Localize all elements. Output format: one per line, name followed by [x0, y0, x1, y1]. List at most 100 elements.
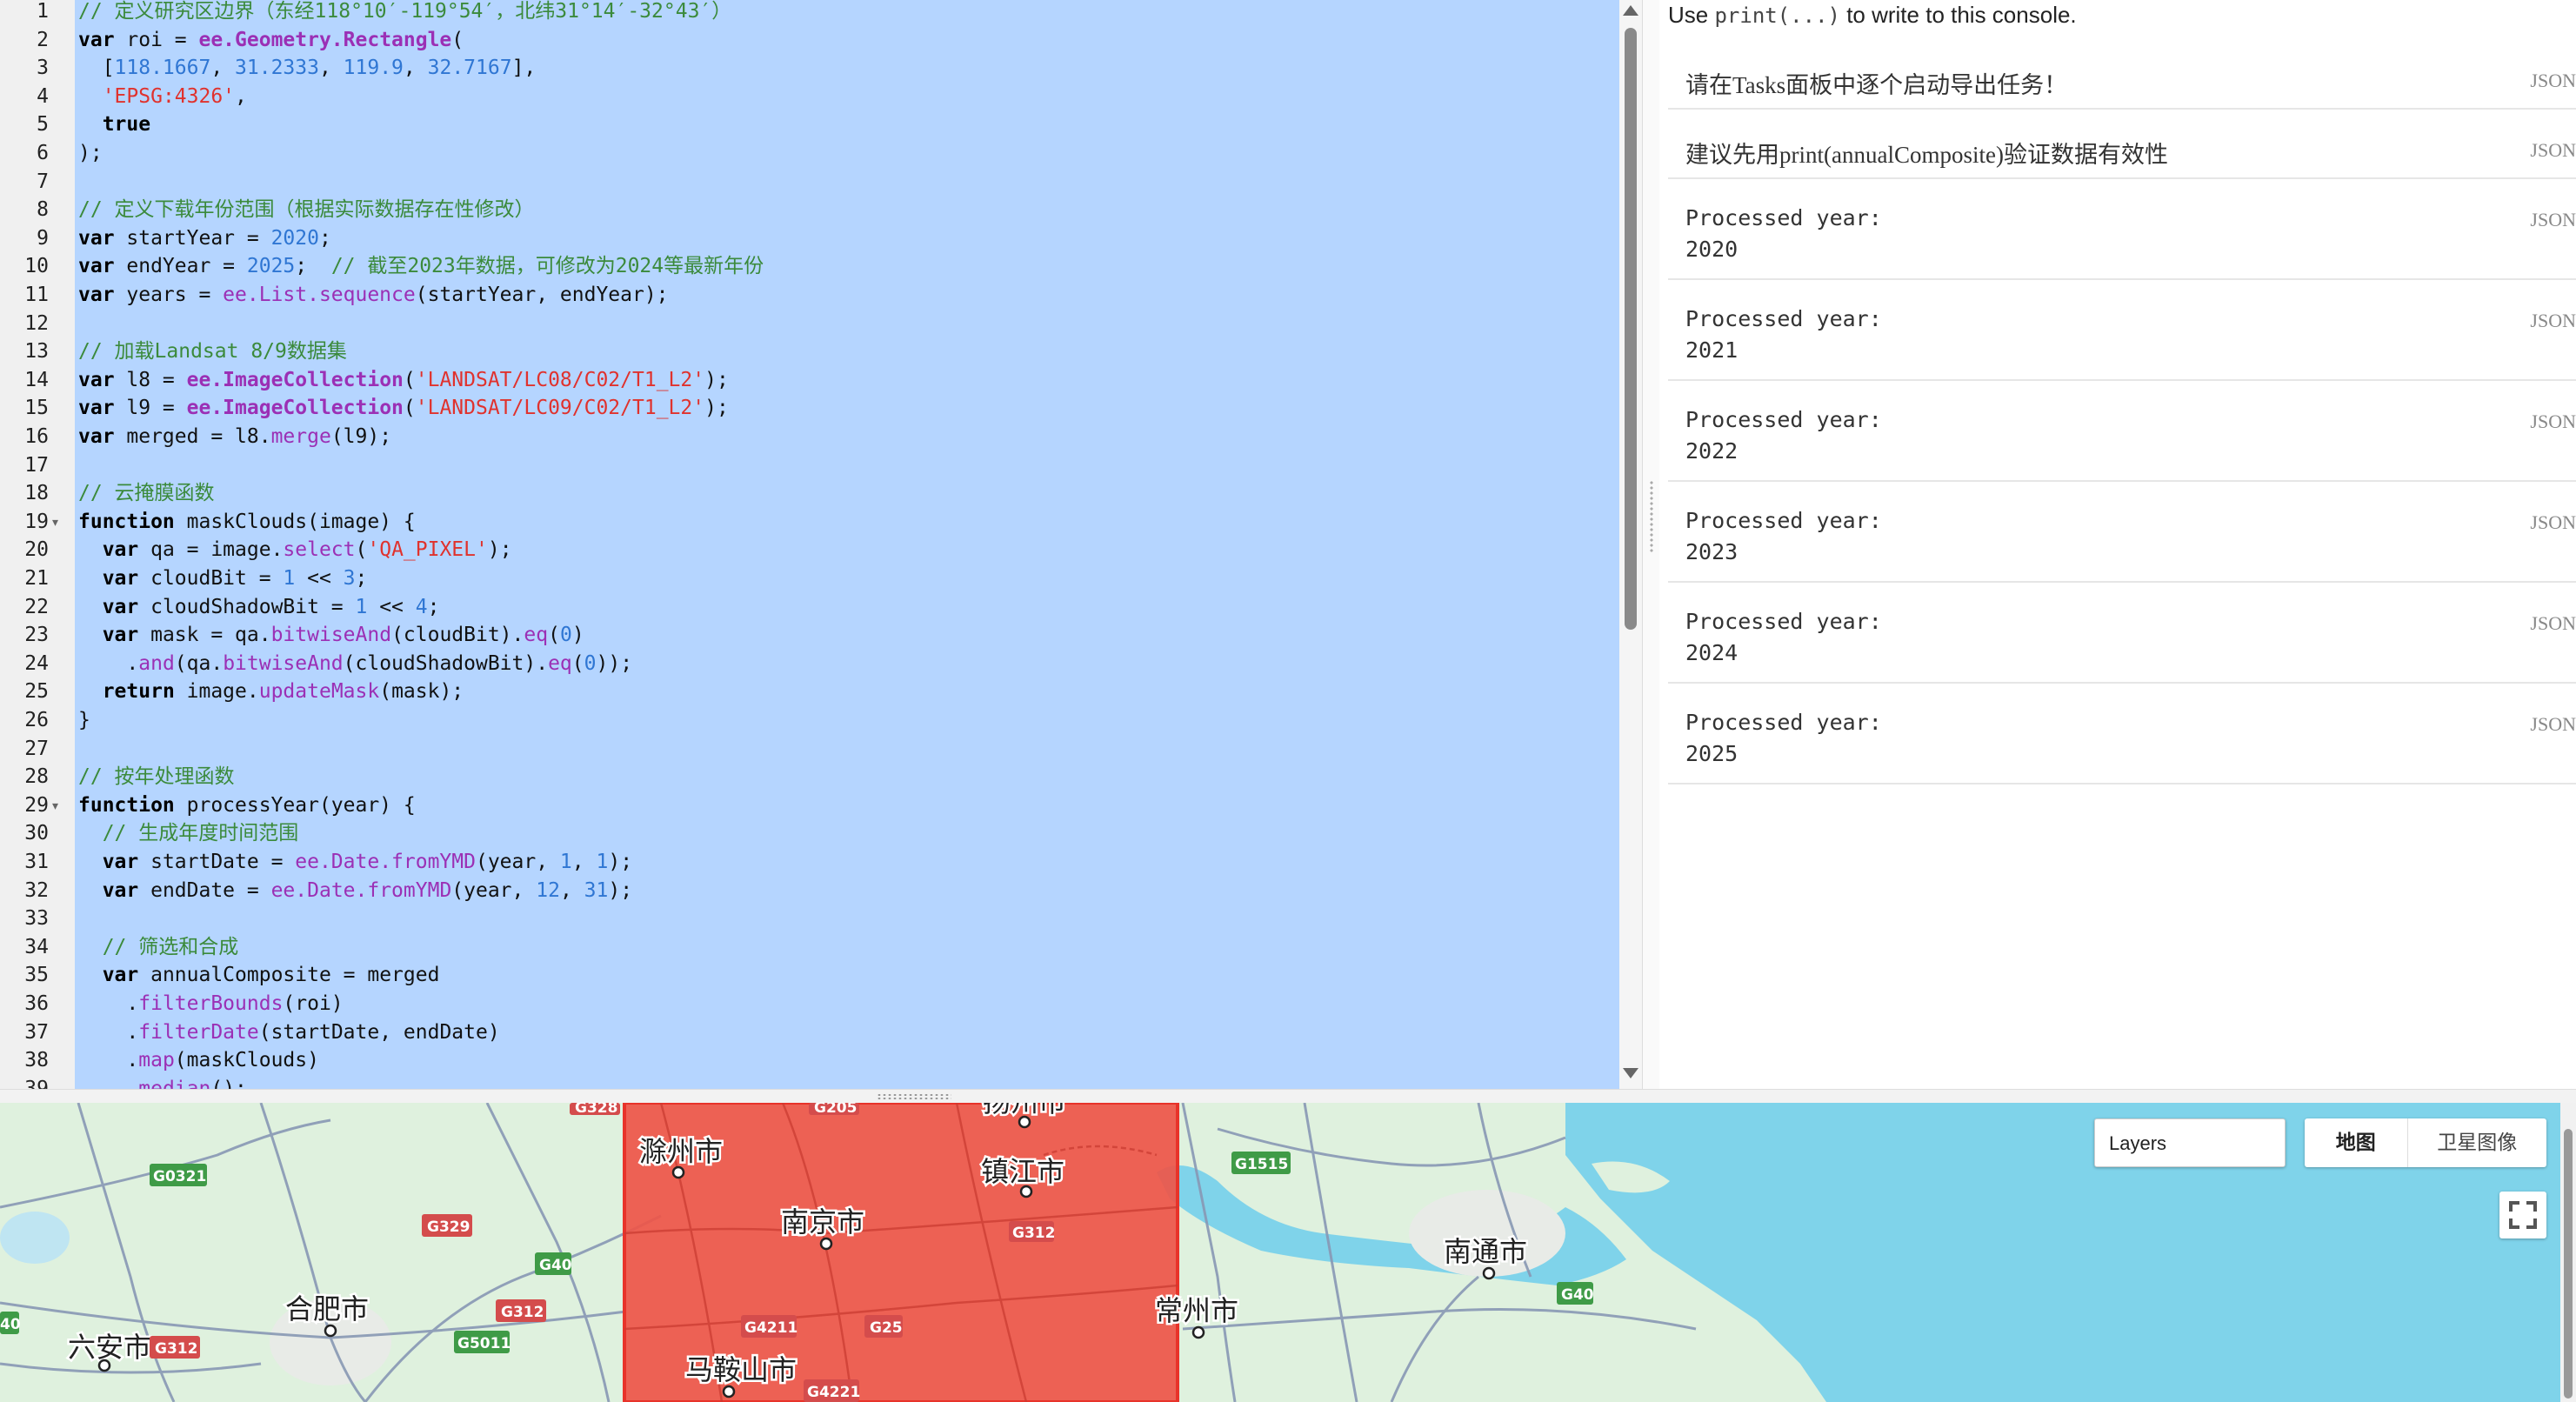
- code-area[interactable]: // 定义研究区边界（东经118°10′-119°54′，北纬31°14′-32…: [75, 0, 1619, 1089]
- code-line[interactable]: // 定义研究区边界（东经118°10′-119°54′，北纬31°14′-32…: [78, 0, 731, 25]
- code-token: // 云掩膜函数: [78, 482, 215, 505]
- road-label: G1515: [1235, 1156, 1288, 1173]
- code-line[interactable]: var cloudBit = 1 << 3;: [78, 565, 368, 592]
- code-line[interactable]: var years = ee.List.sequence(startYear, …: [78, 282, 669, 309]
- code-line[interactable]: var startYear = 2020;: [78, 225, 331, 252]
- fullscreen-button[interactable]: [2499, 1192, 2546, 1238]
- scroll-up-icon[interactable]: [1623, 5, 1638, 16]
- code-line[interactable]: .map(maskClouds): [78, 1047, 319, 1074]
- code-token: ;: [318, 226, 331, 250]
- code-line[interactable]: // 按年处理函数: [78, 764, 235, 791]
- code-line[interactable]: function processYear(year) {: [78, 792, 416, 819]
- fold-toggle-icon[interactable]: ▾: [52, 509, 58, 536]
- code-token: (maskClouds): [174, 1049, 319, 1072]
- code-line[interactable]: );: [78, 140, 103, 167]
- json-toggle[interactable]: JSON: [2530, 713, 2576, 736]
- code-line[interactable]: var startDate = ee.Date.fromYMD(year, 1,…: [78, 849, 632, 876]
- line-number: 33: [24, 907, 49, 931]
- code-token: .: [78, 1020, 139, 1044]
- code-token: (: [451, 28, 464, 51]
- code-token: filterDate: [138, 1020, 259, 1044]
- editor-scrollbar[interactable]: [1619, 0, 1642, 1089]
- console-label: Processed year:: [1685, 306, 1882, 331]
- code-line[interactable]: .filterDate(startDate, endDate): [78, 1019, 500, 1046]
- code-line[interactable]: }: [78, 707, 90, 734]
- console-label: Processed year:: [1685, 609, 1882, 634]
- code-line[interactable]: .median();: [78, 1076, 247, 1089]
- code-line[interactable]: var endYear = 2025; // 截至2023年数据，可修改为202…: [78, 253, 764, 280]
- code-token: 118.1667: [114, 57, 211, 80]
- code-token: // 按年处理函数: [78, 765, 235, 789]
- splitter-grip-icon[interactable]: [877, 1093, 951, 1100]
- code-token: return: [102, 680, 175, 704]
- fold-toggle-icon[interactable]: ▾: [52, 792, 58, 819]
- console-entry: Processed year: 2024 JSON: [1668, 581, 2576, 684]
- code-line[interactable]: // 生成年度时间范围: [78, 820, 299, 847]
- code-line[interactable]: var l8 = ee.ImageCollection('LANDSAT/LC0…: [78, 367, 729, 394]
- code-token: 0: [584, 651, 597, 675]
- code-line[interactable]: function maskClouds(image) {: [78, 509, 416, 536]
- code-line[interactable]: return image.updateMask(mask);: [78, 678, 464, 705]
- code-line[interactable]: .filterBounds(roi): [78, 991, 343, 1018]
- page-scrollbar[interactable]: [2560, 1103, 2576, 1402]
- code-token: ): [571, 624, 584, 647]
- code-line[interactable]: var cloudShadowBit = 1 << 4;: [78, 594, 440, 621]
- code-line[interactable]: var l9 = ee.ImageCollection('LANDSAT/LC0…: [78, 395, 729, 422]
- code-line[interactable]: var mask = qa.bitwiseAnd(cloudBit).eq(0): [78, 622, 584, 649]
- code-token: l8 =: [114, 368, 187, 391]
- code-line[interactable]: [118.1667, 31.2333, 119.9, 32.7167],: [78, 55, 537, 82]
- code-line[interactable]: 'EPSG:4326',: [78, 83, 247, 110]
- console-value: 2020: [1685, 237, 1738, 262]
- code-line[interactable]: var merged = l8.merge(l9);: [78, 424, 391, 451]
- scroll-down-icon[interactable]: [1623, 1068, 1638, 1078]
- page-scrollbar-thumb[interactable]: [2564, 1129, 2573, 1399]
- map-type-satellite-button[interactable]: 卫星图像: [2408, 1118, 2546, 1167]
- json-toggle[interactable]: JSON: [2530, 310, 2576, 332]
- json-toggle[interactable]: JSON: [2530, 139, 2576, 162]
- code-editor[interactable]: 1 2 3 4 5 6 7 8 9 10 11 12 13 14 15 16 17 18 19 ▾ 20 21 22 23 24…: [0, 0, 1642, 1089]
- code-token: 4: [415, 595, 428, 618]
- json-toggle[interactable]: JSON: [2530, 209, 2576, 231]
- code-token: ,: [235, 84, 247, 108]
- code-token: qa = image.: [138, 538, 284, 562]
- code-line[interactable]: // 加载Landsat 8/9数据集: [78, 338, 347, 365]
- code-token: var: [78, 255, 115, 278]
- code-line[interactable]: var roi = ee.Geometry.Rectangle(: [78, 27, 464, 54]
- json-toggle[interactable]: JSON: [2530, 511, 2576, 534]
- json-toggle[interactable]: JSON: [2530, 411, 2576, 433]
- code-line[interactable]: .and(qa.bitwiseAnd(cloudShadowBit).eq(0)…: [78, 651, 632, 678]
- editor-scrollbar-thumb[interactable]: [1625, 28, 1637, 630]
- code-line[interactable]: // 云掩膜函数: [78, 480, 215, 507]
- code-line[interactable]: true: [78, 111, 150, 138]
- code-line[interactable]: var annualComposite = merged: [78, 962, 440, 989]
- console-entry: Processed year: 2023 JSON: [1668, 480, 2576, 583]
- line-number: 1: [37, 0, 49, 23]
- map-type-toggle[interactable]: 地图 卫星图像: [2305, 1118, 2546, 1167]
- code-token: ],: [511, 57, 537, 80]
- layers-button[interactable]: Layers: [2094, 1118, 2286, 1167]
- code-line[interactable]: var qa = image.select('QA_PIXEL');: [78, 537, 512, 564]
- code-line[interactable]: // 筛选和合成: [78, 934, 239, 961]
- code-token: ,: [210, 57, 236, 80]
- code-token: // 生成年度时间范围: [102, 822, 299, 845]
- code-token: mask = qa.: [138, 624, 271, 647]
- code-token: (startDate, endDate): [258, 1020, 500, 1044]
- code-token: var: [102, 964, 139, 987]
- code-line[interactable]: // 定义下载年份范围（根据实际数据存在性修改）: [78, 197, 535, 224]
- code-token: (mask);: [379, 680, 464, 704]
- code-token: merge: [270, 425, 331, 448]
- map-type-map-button[interactable]: 地图: [2305, 1118, 2408, 1167]
- code-line[interactable]: var endDate = ee.Date.fromYMD(year, 12, …: [78, 878, 632, 905]
- code-token: image.: [174, 680, 259, 704]
- vertical-splitter[interactable]: [1642, 0, 1661, 1089]
- json-toggle[interactable]: JSON: [2530, 70, 2576, 92]
- splitter-grip-icon[interactable]: [1649, 480, 1654, 553]
- console-entry: Processed year: 2020 JSON: [1668, 177, 2576, 280]
- code-token: function: [78, 510, 175, 533]
- json-toggle[interactable]: JSON: [2530, 612, 2576, 635]
